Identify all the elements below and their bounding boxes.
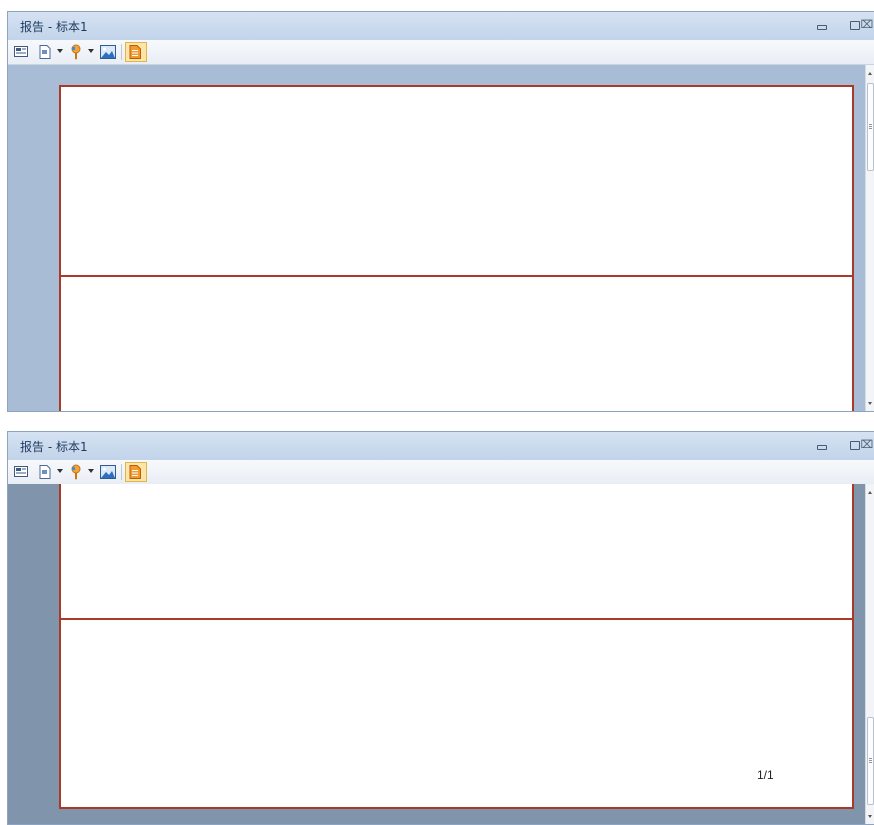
scroll-up-icon[interactable]: [868, 72, 872, 75]
insert-image-icon[interactable]: [100, 464, 116, 480]
scroll-thumb[interactable]: [867, 83, 874, 171]
scroll-thumb[interactable]: [867, 717, 874, 805]
grip-icon: [869, 128, 872, 129]
report-page[interactable]: [59, 85, 854, 411]
toolbar-separator: [121, 464, 122, 480]
report-canvas[interactable]: [8, 65, 866, 411]
minimize-icon[interactable]: [815, 440, 829, 450]
insert-page-icon[interactable]: [39, 44, 51, 60]
report-window-bottom: 报告 - 标本1 ⌧ 1/1: [7, 431, 874, 825]
vertical-scrollbar[interactable]: [865, 484, 874, 824]
page-view-icon: [129, 44, 142, 60]
toolbar-separator: [121, 44, 122, 60]
insert-textbox-icon[interactable]: [14, 464, 28, 480]
grip-icon: [869, 760, 872, 761]
report-toolbar: [8, 460, 874, 485]
insert-page-icon[interactable]: [39, 464, 51, 480]
title-bar[interactable]: 报告 - 标本1 ⌧: [8, 432, 874, 460]
field-dropdown-icon[interactable]: [88, 469, 94, 473]
page-view-icon: [129, 464, 142, 480]
insert-image-icon[interactable]: [100, 44, 116, 60]
field-dropdown-icon[interactable]: [88, 49, 94, 53]
report-page[interactable]: 1/1: [59, 484, 854, 809]
minimize-icon[interactable]: [815, 20, 829, 30]
grip-icon: [869, 126, 872, 127]
scroll-up-icon[interactable]: [868, 491, 872, 494]
band-divider[interactable]: [61, 275, 852, 277]
close-icon[interactable]: ⌧: [860, 439, 874, 450]
grip-icon: [869, 762, 872, 763]
scroll-down-icon[interactable]: [868, 402, 872, 405]
vertical-scrollbar[interactable]: [865, 65, 874, 411]
window-title: 报告 - 标本1: [20, 20, 88, 34]
report-toolbar: [8, 40, 874, 65]
report-window-top: 报告 - 标本1 ⌧: [7, 11, 874, 412]
page-dropdown-icon[interactable]: [57, 49, 63, 53]
report-canvas[interactable]: 1/1: [8, 484, 866, 824]
close-icon[interactable]: ⌧: [860, 19, 874, 30]
band-divider[interactable]: [61, 618, 852, 620]
scroll-down-icon[interactable]: [868, 815, 872, 818]
grip-icon: [869, 758, 872, 759]
insert-field-icon[interactable]: [69, 44, 83, 60]
grip-icon: [869, 124, 872, 125]
window-title: 报告 - 标本1: [20, 440, 88, 454]
insert-field-icon[interactable]: [69, 464, 83, 480]
page-dropdown-icon[interactable]: [57, 469, 63, 473]
insert-textbox-icon[interactable]: [14, 44, 28, 60]
page-number: 1/1: [757, 768, 774, 782]
title-bar[interactable]: 报告 - 标本1 ⌧: [8, 12, 874, 40]
